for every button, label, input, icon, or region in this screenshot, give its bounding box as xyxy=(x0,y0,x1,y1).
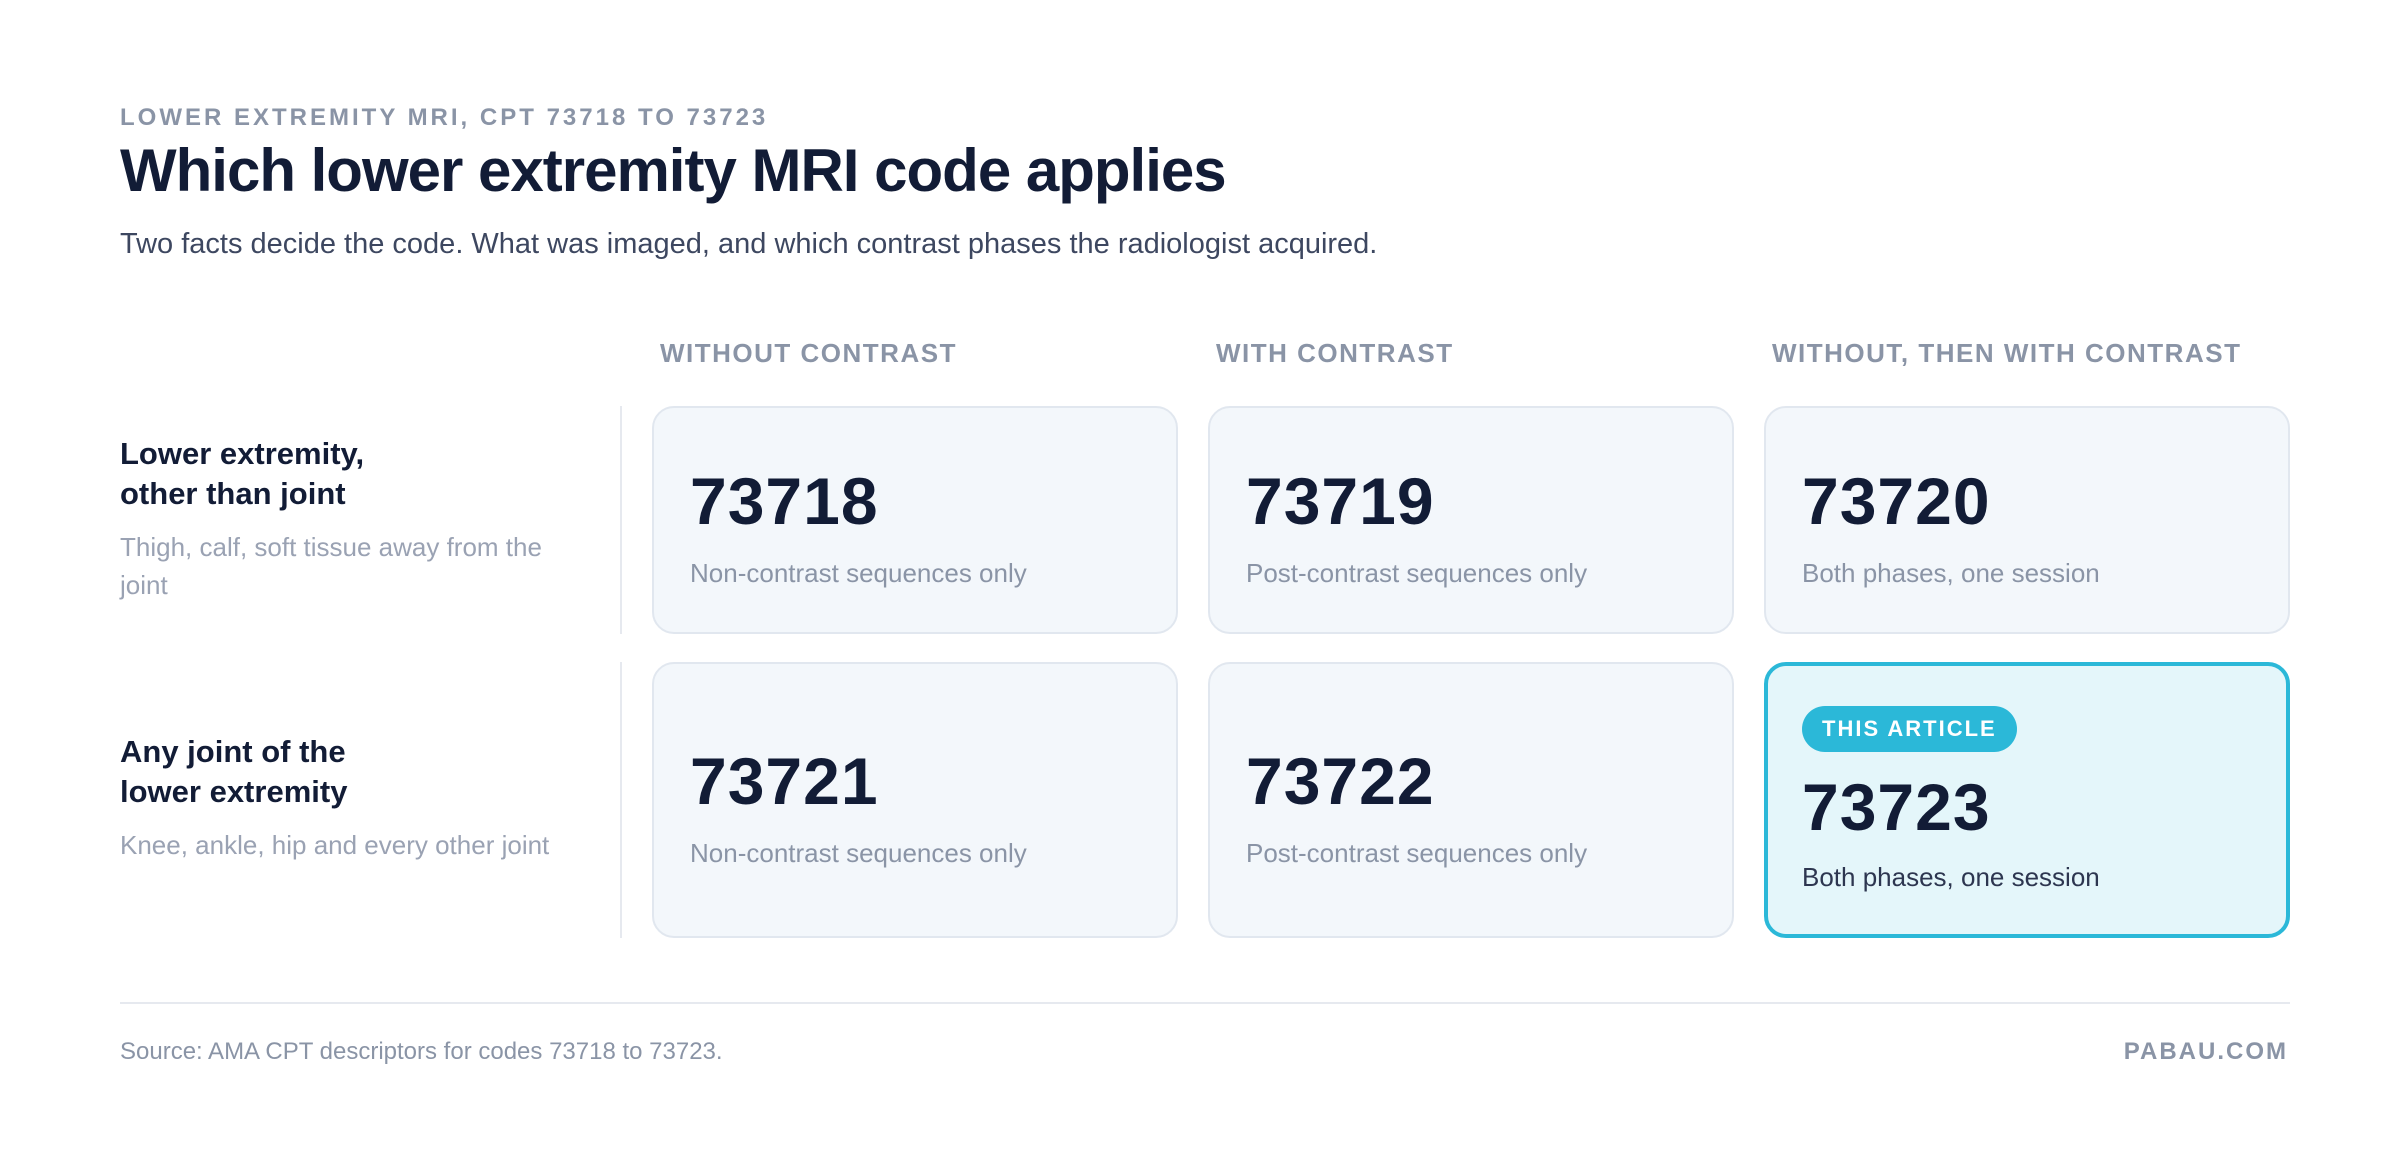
code-description: Post-contrast sequences only xyxy=(1246,838,1588,868)
code-description: Both phases, one session xyxy=(1802,862,2100,892)
code-card-73720: 73720 Both phases, one session xyxy=(1764,406,2290,634)
row-description: Knee, ankle, hip and every other joint xyxy=(120,830,550,860)
row-title-line-2: lower extremity xyxy=(120,774,348,809)
eyebrow: LOWER EXTREMITY MRI, CPT 73718 TO 73723 xyxy=(120,104,769,131)
code-number: 73722 xyxy=(1246,744,1435,818)
code-number: 73723 xyxy=(1802,770,1991,844)
row-label-joint: Any joint of the lower extremity Knee, a… xyxy=(120,732,590,864)
code-card-73722: 73722 Post-contrast sequences only xyxy=(1208,662,1734,938)
row-title: Any joint of the lower extremity xyxy=(120,732,590,812)
row-title-line-2: other than joint xyxy=(120,476,346,511)
column-header-with-contrast: WITH CONTRAST xyxy=(1216,338,1454,368)
code-number: 73720 xyxy=(1802,464,1991,538)
row-description: Thigh, calf, soft tissue away from the j… xyxy=(120,532,542,600)
code-number: 73719 xyxy=(1246,464,1435,538)
page-subtitle: Two facts decide the code. What was imag… xyxy=(120,228,1378,260)
brand-logo-text: PABAU.COM xyxy=(2123,1038,2288,1065)
row-divider xyxy=(620,662,622,938)
column-header-without-contrast: WITHOUT CONTRAST xyxy=(660,338,957,368)
row-title-line-1: Any joint of the xyxy=(120,734,346,769)
code-card-73723-highlighted: THIS ARTICLE 73723 Both phases, one sess… xyxy=(1764,662,2290,938)
source-note: Source: AMA CPT descriptors for codes 73… xyxy=(120,1038,723,1065)
row-label-other-than-joint: Lower extremity, other than joint Thigh,… xyxy=(120,434,590,604)
code-description: Non-contrast sequences only xyxy=(690,558,1027,588)
code-description: Non-contrast sequences only xyxy=(690,838,1027,868)
row-title: Lower extremity, other than joint xyxy=(120,434,590,514)
column-header-without-then-with: WITHOUT, THEN WITH CONTRAST xyxy=(1772,338,2242,368)
code-number: 73721 xyxy=(690,744,879,818)
code-card-73719: 73719 Post-contrast sequences only xyxy=(1208,406,1734,634)
row-title-line-1: Lower extremity, xyxy=(120,436,365,471)
footer-divider xyxy=(120,1002,2290,1004)
code-description: Post-contrast sequences only xyxy=(1246,558,1588,588)
code-card-73721: 73721 Non-contrast sequences only xyxy=(652,662,1178,938)
row-divider xyxy=(620,406,622,634)
page-title: Which lower extremity MRI code applies xyxy=(120,137,1227,204)
code-number: 73718 xyxy=(690,464,879,538)
code-description: Both phases, one session xyxy=(1802,558,2100,588)
code-card-73718: 73718 Non-contrast sequences only xyxy=(652,406,1178,634)
this-article-badge: THIS ARTICLE xyxy=(1802,706,2017,752)
